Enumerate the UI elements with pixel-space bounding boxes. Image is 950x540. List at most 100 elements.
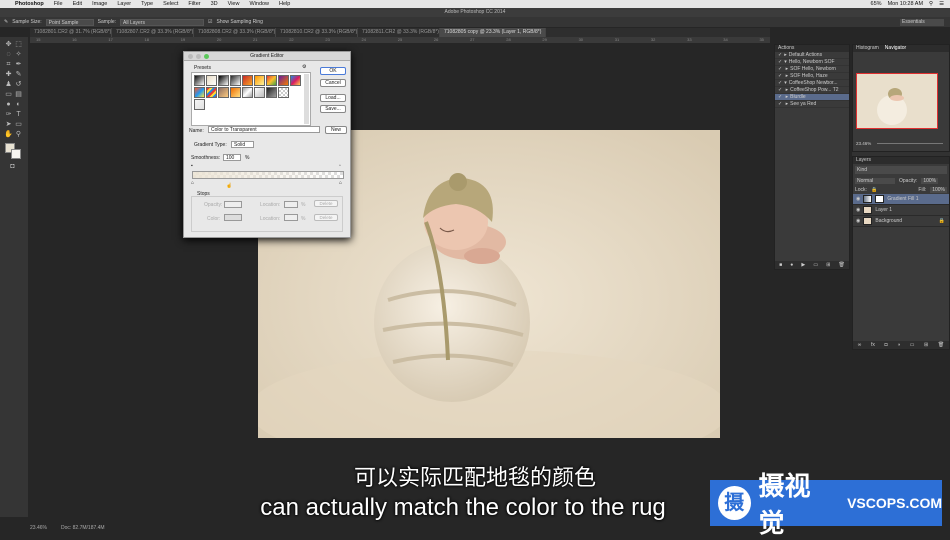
doc-tab[interactable]: 71082801.CR2 @ 31.7% (RGB/8*) <box>30 28 112 37</box>
layer-name[interactable]: Layer 1 <box>875 207 892 213</box>
layer-row-selected[interactable]: ◉ Gradient Fill 1 <box>853 194 949 205</box>
color-stop-left-icon[interactable]: ⌂ <box>191 180 194 186</box>
check-icon[interactable]: ✓ <box>778 59 782 65</box>
menu-window[interactable]: Window <box>244 1 274 7</box>
new-layer-icon[interactable]: ⊞ <box>924 342 928 348</box>
doc-tab-active[interactable]: 71082805 copy @ 23.3% (Layer 1, RGB/8*) <box>440 28 547 37</box>
clock[interactable]: Mon 10:28 AM <box>888 1 923 7</box>
new-set-icon[interactable]: ▭ <box>813 262 818 268</box>
lasso-tool-icon[interactable]: ◌ <box>4 51 13 59</box>
preset-swatch[interactable] <box>278 75 289 86</box>
preset-swatch[interactable] <box>218 75 229 86</box>
path-select-icon[interactable]: ➤ <box>4 121 13 129</box>
dodge-tool-icon[interactable]: ◐ <box>14 101 23 109</box>
search-icon[interactable]: ⚲ <box>929 1 933 7</box>
type-tool-icon[interactable]: T <box>14 111 23 119</box>
preset-swatch[interactable] <box>242 75 253 86</box>
stop-color-location-field[interactable] <box>284 214 298 221</box>
check-icon[interactable]: ✓ <box>778 101 782 107</box>
preset-swatch[interactable] <box>230 75 241 86</box>
gradient-preview-bar[interactable] <box>192 171 344 179</box>
eyedropper-icon[interactable]: ✎ <box>4 19 8 25</box>
menu-file[interactable]: File <box>49 1 68 7</box>
eye-icon[interactable]: ◉ <box>856 207 860 213</box>
shape-tool-icon[interactable]: ▭ <box>14 121 23 129</box>
opacity-field[interactable]: 100% <box>921 177 939 184</box>
minimize-icon[interactable] <box>196 54 201 59</box>
check-icon[interactable]: ✓ <box>778 87 782 93</box>
action-row[interactable]: ✓ ▸ SOF Hello, Haze <box>775 73 849 80</box>
layer-name[interactable]: Gradient Fill 1 <box>887 196 918 202</box>
blur-tool-icon[interactable]: ● <box>4 101 13 109</box>
tab-navigator[interactable]: Navigator <box>885 45 906 52</box>
menu-select[interactable]: Select <box>158 1 183 7</box>
healing-tool-icon[interactable]: ✚ <box>4 71 13 79</box>
check-icon[interactable]: ✓ <box>778 73 782 79</box>
workspace-dropdown[interactable]: Essentials <box>900 18 944 26</box>
menu-edit[interactable]: Edit <box>68 1 87 7</box>
menu-3d[interactable]: 3D <box>206 1 223 7</box>
stop-color-swatch[interactable] <box>224 214 242 221</box>
action-row[interactable]: ✓ ▸ Default Actions <box>775 52 849 59</box>
action-row[interactable]: ✓ ▸ SOF Hello, Newborn <box>775 66 849 73</box>
preset-swatch[interactable] <box>254 75 265 86</box>
group-icon[interactable]: ▭ <box>910 342 915 348</box>
preset-swatch[interactable] <box>206 75 217 86</box>
gradient-tool-icon[interactable]: ▤ <box>14 91 23 99</box>
preset-swatch[interactable] <box>194 75 205 86</box>
preset-swatch[interactable] <box>266 87 277 98</box>
app-menu[interactable]: Photoshop <box>10 1 49 7</box>
adjustment-icon[interactable]: ◑ <box>897 342 900 348</box>
opacity-stop-left-icon[interactable]: ▪ <box>191 163 193 169</box>
action-row[interactable]: ✓ ▸ See ya Red <box>775 101 849 108</box>
doc-tab[interactable]: 71082807.CR2 @ 33.3% (RGB/8*) <box>112 28 194 37</box>
smoothness-field[interactable]: 100 <box>223 154 241 161</box>
show-ring-checkbox[interactable]: ☑ <box>208 19 212 25</box>
history-brush-icon[interactable]: ↺ <box>14 81 23 89</box>
layer-kind-filter[interactable]: Kind <box>855 166 947 174</box>
new-button[interactable]: New <box>325 126 347 134</box>
status-doc-size[interactable]: Doc: 82.7M/187.4M <box>61 525 105 531</box>
color-stop-right-icon[interactable]: ⌂ <box>339 180 342 186</box>
check-icon[interactable]: ✓ <box>778 80 782 86</box>
marquee-tool-icon[interactable]: ⬚ <box>14 41 23 49</box>
menu-image[interactable]: Image <box>87 1 112 7</box>
menu-help[interactable]: Help <box>274 1 295 7</box>
doc-tab[interactable]: 71082811.CR2 @ 33.3% (RGB/8*) <box>358 28 440 37</box>
zoom-tool-icon[interactable]: ⚲ <box>14 131 23 139</box>
stop-icon[interactable]: ■ <box>779 262 782 268</box>
quick-mask-icon[interactable]: ◘ <box>8 163 17 171</box>
preset-swatch[interactable] <box>194 87 205 98</box>
stop-opacity-field[interactable] <box>224 201 242 208</box>
eye-icon[interactable]: ◉ <box>856 196 860 202</box>
move-tool-icon[interactable]: ✥ <box>4 41 13 49</box>
check-icon[interactable]: ✓ <box>778 94 782 100</box>
action-row[interactable]: ✓ ▾ Hello, Newborn SOF <box>775 59 849 66</box>
preset-swatch[interactable] <box>266 75 277 86</box>
preset-swatch[interactable] <box>254 87 265 98</box>
sample-size-dropdown[interactable]: Point Sample <box>45 18 94 26</box>
preset-swatch[interactable] <box>206 87 217 98</box>
layers-panel-title[interactable]: Layers <box>853 157 949 164</box>
layer-name[interactable]: Background <box>875 218 902 224</box>
pen-tool-icon[interactable]: ✑ <box>4 111 13 119</box>
preset-swatch[interactable] <box>290 75 301 86</box>
presets-gear-icon[interactable]: ⚙ <box>302 64 306 70</box>
save-button[interactable]: Save... <box>320 105 346 113</box>
menu-type[interactable]: Type <box>136 1 158 7</box>
eraser-tool-icon[interactable]: ▭ <box>4 91 13 99</box>
blend-mode-dropdown[interactable]: Normal <box>855 177 895 184</box>
zoom-icon[interactable] <box>204 54 209 59</box>
hand-tool-icon[interactable]: ✋ <box>4 131 13 139</box>
action-row-selected[interactable]: ✓ ▸ Blurdle <box>775 94 849 101</box>
fill-field[interactable]: 100% <box>930 186 947 193</box>
quick-select-tool-icon[interactable]: ✧ <box>14 51 23 59</box>
action-row[interactable]: ✓ ▾ CoffeeShop Newbor... <box>775 80 849 87</box>
sample-dropdown[interactable]: All Layers <box>120 18 205 26</box>
list-icon[interactable]: ☰ <box>939 1 944 7</box>
cancel-button[interactable]: Cancel <box>320 79 346 87</box>
preset-swatch[interactable] <box>278 87 289 98</box>
crop-tool-icon[interactable]: ⌗ <box>4 61 13 69</box>
fx-icon[interactable]: fx <box>871 342 875 348</box>
name-field[interactable]: Color to Transparent <box>208 126 320 133</box>
